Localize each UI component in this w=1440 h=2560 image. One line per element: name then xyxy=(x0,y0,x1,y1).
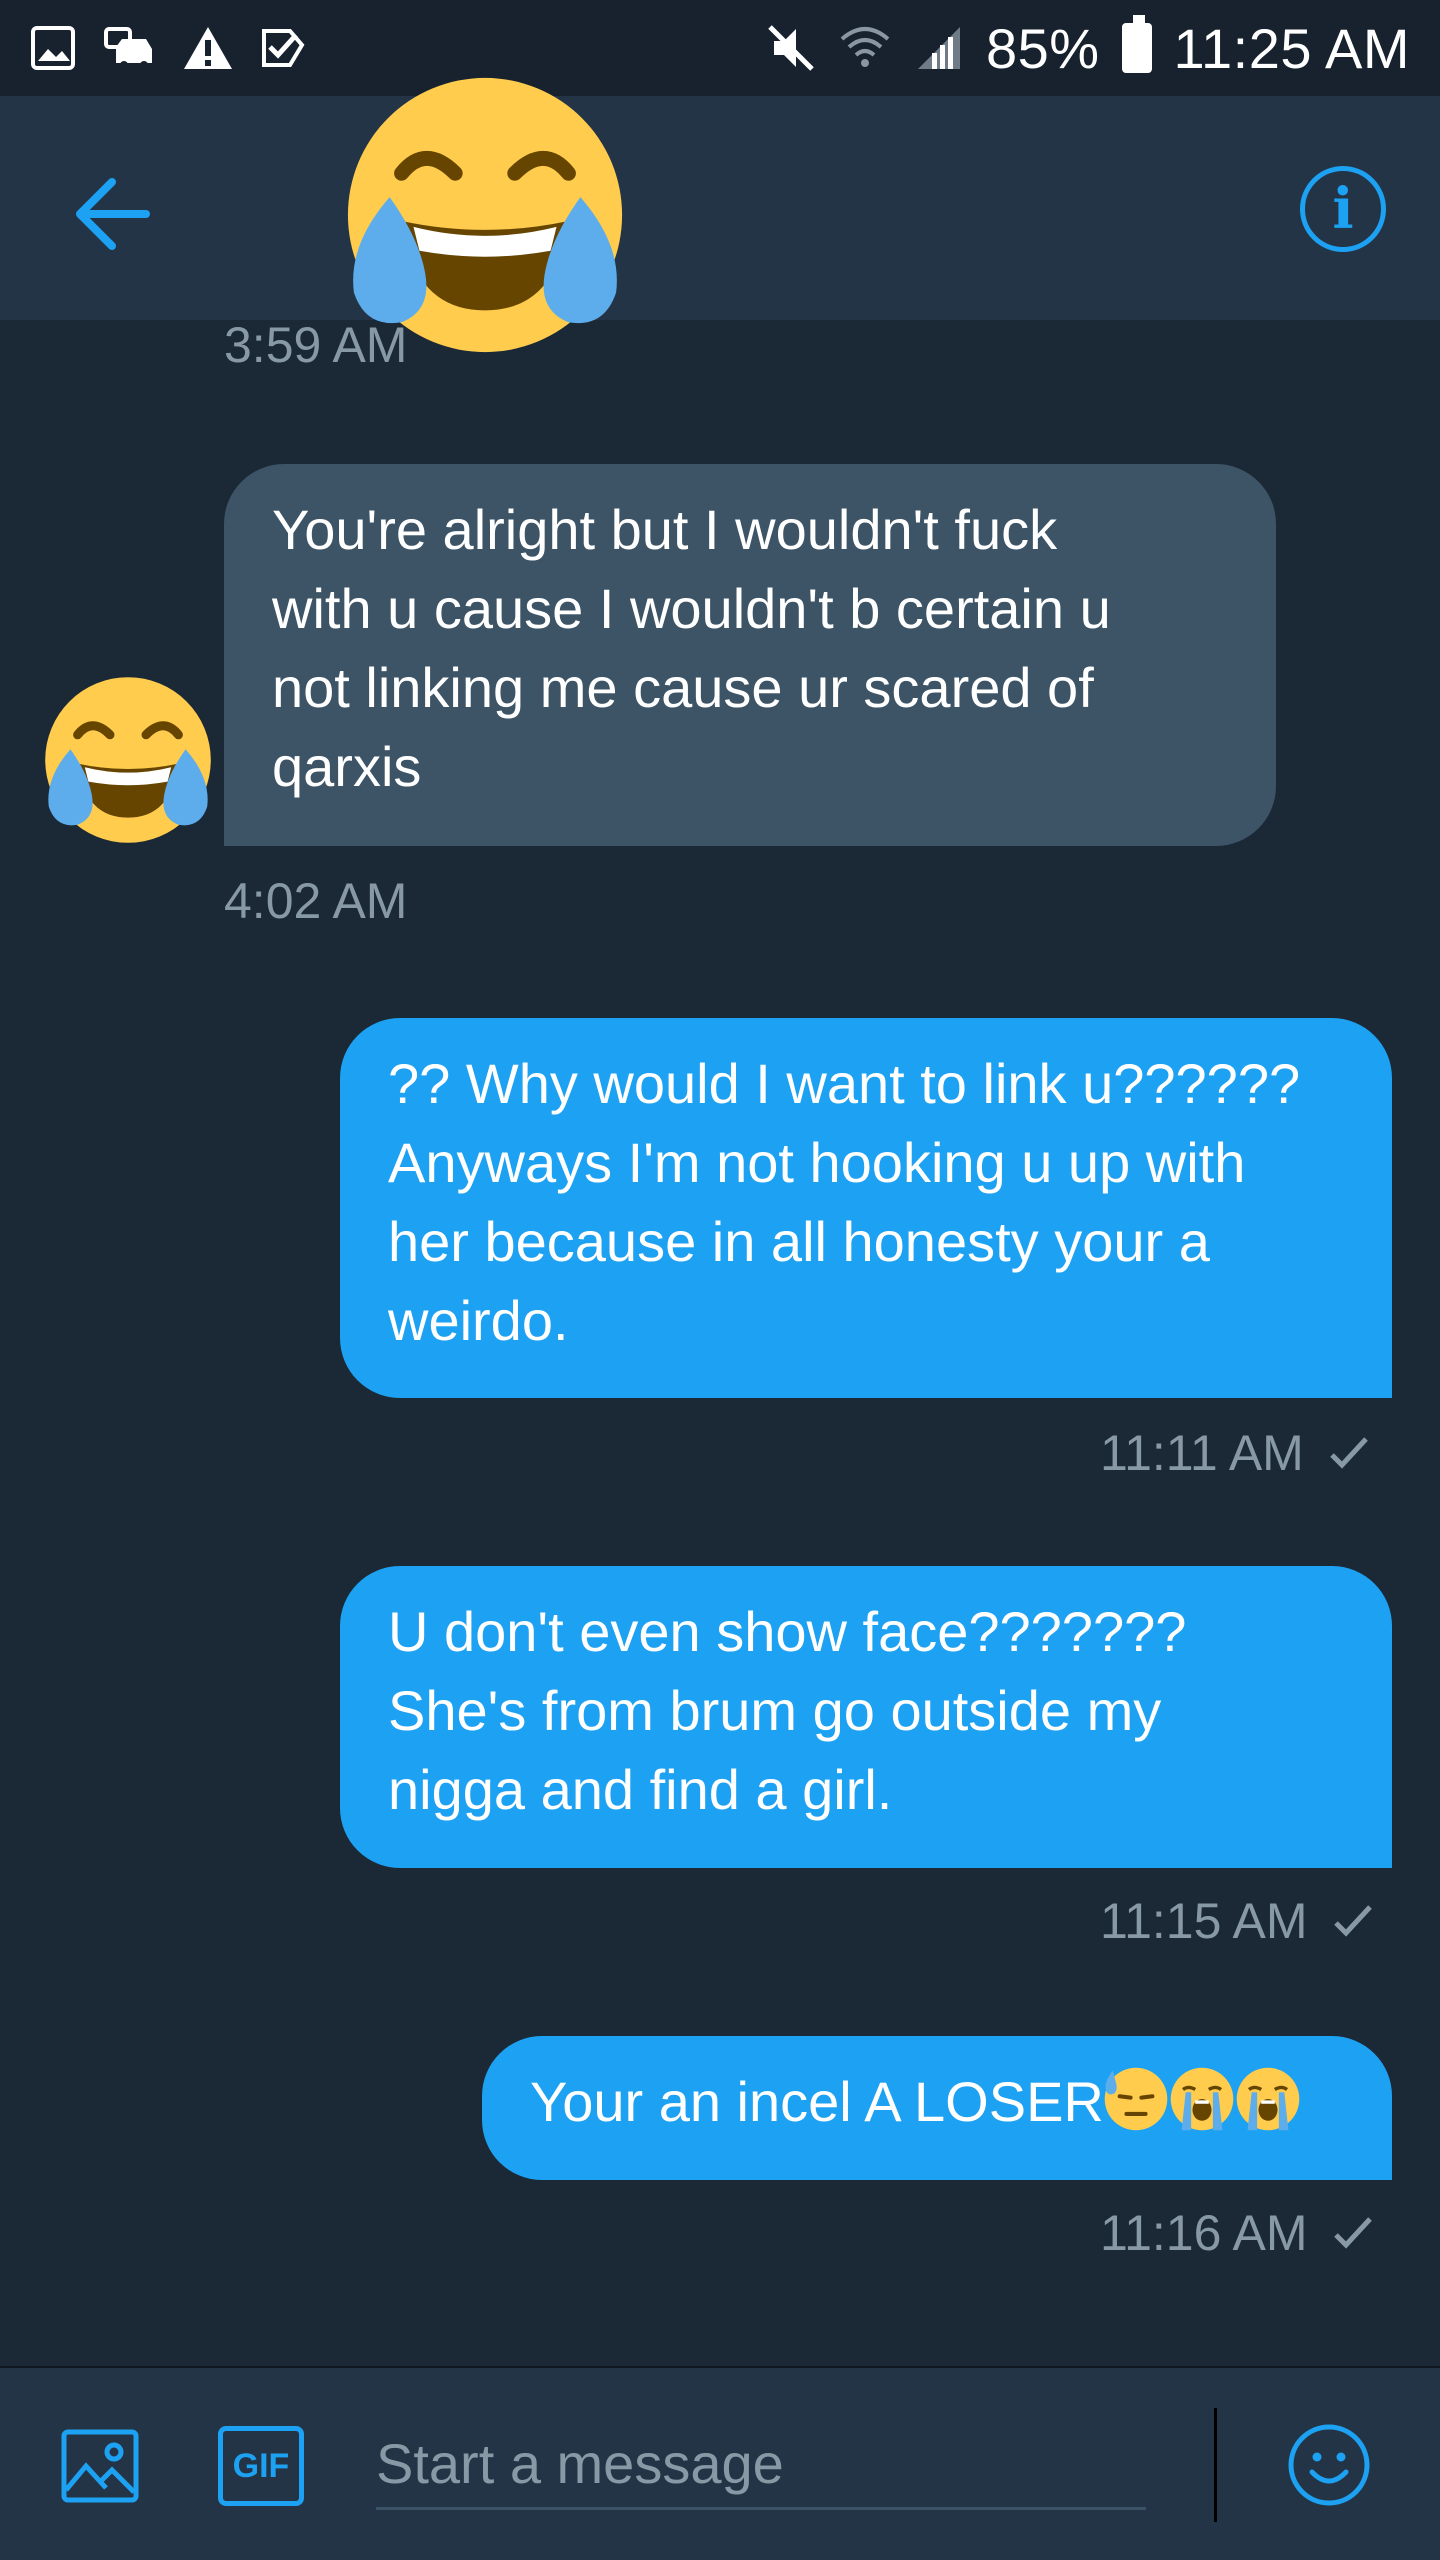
message-timestamp: 11:16 AM xyxy=(1100,2205,1308,2261)
message-text-line: not linking me cause ur scared of xyxy=(272,656,1094,719)
image-icon[interactable] xyxy=(60,2426,140,2506)
gallery-icon xyxy=(31,26,75,70)
downcast-sweat-face-icon xyxy=(1104,2067,1168,2131)
sent-message-bubble[interactable]: Your an incel A LOSER xyxy=(482,2036,1392,2180)
message-composer: GIF xyxy=(0,2366,1440,2560)
emoji-icon[interactable] xyxy=(1286,2422,1372,2508)
tears-of-joy-emoji-icon[interactable] xyxy=(38,670,218,850)
info-icon-label: i xyxy=(1332,176,1354,242)
message-timestamp: 11:15 AM xyxy=(1100,1893,1308,1949)
warning-icon xyxy=(184,27,232,69)
message-text-line: U don't even show face??????? xyxy=(388,1600,1187,1663)
message-text: Your an incel A LOSER xyxy=(530,2070,1104,2133)
message-text-line: Anyways I'm not hooking u up with xyxy=(388,1131,1246,1194)
message-text-line: nigga and find a girl. xyxy=(388,1758,893,1821)
info-icon[interactable]: i xyxy=(1300,166,1386,252)
message-timestamp: 4:02 AM xyxy=(224,873,408,929)
gif-label: GIF xyxy=(232,2446,290,2485)
status-bar: 85% 11:25 AM xyxy=(0,0,1440,96)
message-text-line: her because in all honesty your a xyxy=(388,1210,1210,1273)
message-timestamp: 11:11 AM xyxy=(1100,1425,1304,1481)
sent-message-bubble[interactable]: U don't even show face??????? She's from… xyxy=(340,1566,1392,1868)
status-bar-time: 11:25 AM xyxy=(1173,16,1410,80)
signal-icon xyxy=(917,27,960,69)
checkmark-icon xyxy=(1330,1437,1368,1469)
tears-of-joy-emoji-icon[interactable] xyxy=(336,66,634,364)
battery-percentage: 85% xyxy=(985,16,1100,80)
checkmark-icon xyxy=(1333,1905,1372,1937)
loudly-crying-face-icon xyxy=(1236,2067,1300,2131)
mute-icon xyxy=(768,25,814,71)
received-message-bubble[interactable]: You're alright but I wouldn't fuck with … xyxy=(224,464,1276,846)
message-text-line: qarxis xyxy=(272,735,422,798)
check-box-icon xyxy=(262,29,305,67)
arrow-left-icon[interactable] xyxy=(72,176,152,252)
wifi-icon xyxy=(840,27,890,67)
message-timestamp-row: 11:16 AM xyxy=(1100,2204,1374,2262)
checkmark-icon xyxy=(1333,2217,1372,2249)
message-text-line: weirdo. xyxy=(388,1289,569,1352)
car-icon xyxy=(104,27,152,69)
message-input[interactable] xyxy=(376,2420,1146,2510)
message-text-line: You're alright but I wouldn't fuck xyxy=(272,498,1058,561)
message-text-line: She's from brum go outside my xyxy=(388,1679,1162,1742)
gif-icon[interactable]: GIF xyxy=(218,2426,304,2506)
loudly-crying-face-icon xyxy=(1170,2067,1234,2131)
message-text-line: with u cause I wouldn't b certain u xyxy=(272,577,1111,640)
message-timestamp-row: 11:11 AM xyxy=(1100,1424,1370,1482)
status-bar-left xyxy=(30,25,332,71)
message-text-line: ?? Why would I want to link u?????? xyxy=(388,1052,1301,1115)
message-timestamp-row: 11:15 AM xyxy=(1100,1892,1374,1950)
composer-divider xyxy=(1214,2408,1217,2522)
sent-message-bubble[interactable]: ?? Why would I want to link u?????? Anyw… xyxy=(340,1018,1392,1398)
battery-icon xyxy=(1121,15,1152,73)
status-bar-right: 85% 11:25 AM xyxy=(744,15,1410,81)
conversation-header: i xyxy=(0,96,1440,320)
